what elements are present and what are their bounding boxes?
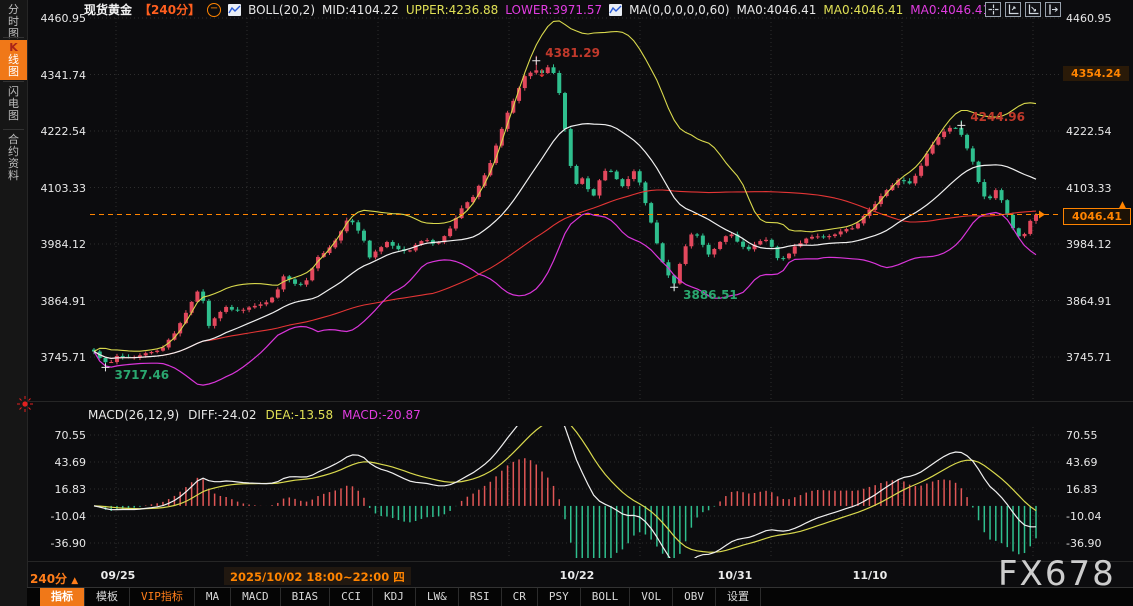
axis-divider — [27, 561, 1133, 562]
boll-label: BOLL(20,2) — [248, 3, 315, 17]
period-badge: 【240分】 — [139, 1, 200, 18]
left-axis-tick: 3745.71 — [30, 351, 86, 364]
bottom-tab-VIP指标[interactable]: VIP指标 — [130, 588, 195, 606]
chart-tool-icons — [985, 2, 1061, 17]
macd-diff-value: DIFF:-24.02 — [188, 408, 256, 422]
left-axis-tick: 4103.33 — [30, 182, 86, 195]
ma0-value-3: MA0:4046.41 — [910, 3, 990, 17]
last-price-marker — [1039, 210, 1045, 218]
trading-app-window: 分 时 图 K 线 图 闪 电 图 合 约 资 料 现货黄金 【240分】 − … — [0, 0, 1133, 606]
pan-right-icon[interactable] — [1045, 2, 1061, 17]
ma0-value-1: MA0:4046.41 — [737, 3, 817, 17]
right-axis-tick: 4222.54 — [1066, 125, 1130, 138]
bottom-tab-MA[interactable]: MA — [195, 588, 231, 606]
x-axis-date-label: 09/25 — [101, 569, 136, 582]
right-axis-tick: 3984.12 — [1066, 238, 1130, 251]
boll-mid-value: MID:4104.22 — [322, 3, 399, 17]
chart-canvas[interactable] — [0, 0, 1133, 606]
sidebar-item-K线图[interactable]: K 线 图 — [0, 40, 27, 80]
macd-axis-tick-left: 16.83 — [30, 483, 86, 496]
macd-axis-tick-right: -36.90 — [1066, 537, 1130, 550]
sidebar-divider — [3, 37, 24, 38]
bottom-tab-BIAS[interactable]: BIAS — [281, 588, 331, 606]
left-axis-tick: 4341.74 — [30, 69, 86, 82]
boll-upper-value: UPPER:4236.88 — [406, 3, 498, 17]
crosshair-icon[interactable] — [985, 2, 1001, 17]
right-axis-tick: 4103.33 — [1066, 182, 1130, 195]
macd-axis-tick-right: 70.55 — [1066, 429, 1130, 442]
bottom-tab-KDJ[interactable]: KDJ — [373, 588, 416, 606]
bottom-tab-模板[interactable]: 模板 — [85, 588, 130, 606]
high-price-annotation: 4381.29 — [545, 46, 600, 60]
symbol-name: 现货黄金 — [84, 1, 132, 18]
left-axis-tick: 3984.12 — [30, 238, 86, 251]
sidebar-divider — [3, 81, 24, 82]
candlesticks — [92, 56, 1038, 371]
collapse-indicator-icon[interactable]: − — [207, 3, 221, 17]
low-price-annotation: 3717.46 — [114, 368, 169, 382]
grid-lines — [90, 18, 1062, 557]
bottom-tab-VOL[interactable]: VOL — [630, 588, 673, 606]
bottom-tab-MACD[interactable]: MACD — [231, 588, 281, 606]
bottom-tab-LW&[interactable]: LW& — [416, 588, 459, 606]
left-axis-tick: 4460.95 — [30, 12, 86, 25]
bottom-tab-PSY[interactable]: PSY — [538, 588, 581, 606]
bottom-tab-指标[interactable]: 指标 — [40, 588, 85, 606]
scale-expand-icon[interactable] — [1025, 2, 1041, 17]
x-axis-date-label: 10/22 — [560, 569, 595, 582]
sidebar-item-分时图[interactable]: 分 时 图 — [0, 2, 27, 42]
macd-axis-tick-right: -10.04 — [1066, 510, 1130, 523]
x-axis-date-label: 11/10 — [853, 569, 888, 582]
left-axis-tick: 4222.54 — [30, 125, 86, 138]
bottom-tab-OBV[interactable]: OBV — [673, 588, 716, 606]
right-axis-tick: 3745.71 — [1066, 351, 1130, 364]
scale-compress-icon[interactable] — [1005, 2, 1021, 17]
macd-axis-tick-left: 70.55 — [30, 429, 86, 442]
macd-value: MACD:-20.87 — [342, 408, 421, 422]
legend-bar: 现货黄金 【240分】 − BOLL(20,2) MID:4104.22 UPP… — [84, 2, 990, 17]
indicator-tab-bar: 指标模板VIP指标MAMACDBIASCCIKDJLW&RSICRPSYBOLL… — [27, 587, 1133, 606]
sell-signal-arrow-icon: ↓ — [537, 67, 546, 80]
bottom-tab-CR[interactable]: CR — [502, 588, 538, 606]
sidebar-item-闪电图[interactable]: 闪 电 图 — [0, 84, 27, 124]
chart-type-sidebar: 分 时 图 K 线 图 闪 电 图 合 约 资 料 — [0, 0, 28, 606]
bottom-tab-RSI[interactable]: RSI — [459, 588, 502, 606]
left-axis-tick: 3864.91 — [30, 295, 86, 308]
ma-label: MA(0,0,0,0,0,60) — [629, 3, 729, 17]
boll-lower-value: LOWER:3971.57 — [505, 3, 602, 17]
overlay-lines — [94, 21, 1036, 385]
current-price-tag: 4046.41 — [1063, 208, 1131, 225]
low-price-annotation: 3886.51 — [683, 288, 738, 302]
upper-band-price-tag: 4354.24 — [1063, 66, 1129, 81]
right-axis-tick: 3864.91 — [1066, 295, 1130, 308]
chevron-up-icon: ▲ — [71, 576, 78, 586]
x-axis-date-label: 10/31 — [718, 569, 753, 582]
high-price-annotation: 4244.96 — [970, 110, 1025, 124]
period-selector[interactable]: 240分 ▲ — [30, 570, 78, 587]
macd-axis-tick-left: -10.04 — [30, 510, 86, 523]
sidebar-divider — [3, 129, 24, 130]
macd-label: MACD(26,12,9) — [88, 408, 179, 422]
macd-axis-tick-left: -36.90 — [30, 537, 86, 550]
macd-axis-tick-left: 43.69 — [30, 456, 86, 469]
bottom-tab-BOLL[interactable]: BOLL — [581, 588, 631, 606]
ma-legend-icon — [609, 4, 622, 16]
pane-divider — [27, 401, 1133, 402]
macd-pane — [94, 408, 1036, 580]
sidebar-item-合约资料[interactable]: 合 约 资 料 — [0, 132, 27, 184]
boll-legend-icon — [228, 4, 241, 16]
macd-dea-value: DEA:-13.58 — [266, 408, 334, 422]
live-indicator-icon[interactable] — [17, 396, 33, 412]
bottom-tab-CCI[interactable]: CCI — [330, 588, 373, 606]
macd-axis-tick-right: 43.69 — [1066, 456, 1130, 469]
macd-legend: MACD(26,12,9) DIFF:-24.02 DEA:-13.58 MAC… — [88, 408, 421, 422]
right-axis-tick: 4460.95 — [1066, 12, 1130, 25]
price-alert-icon: ▲ — [1119, 200, 1126, 210]
macd-axis-tick-right: 16.83 — [1066, 483, 1130, 496]
crosshair-date-tooltip: 2025/10/02 18:00~22:00 四 — [224, 567, 411, 585]
ma0-value-2: MA0:4046.41 — [823, 3, 903, 17]
bottom-tab-设置[interactable]: 设置 — [716, 588, 761, 606]
